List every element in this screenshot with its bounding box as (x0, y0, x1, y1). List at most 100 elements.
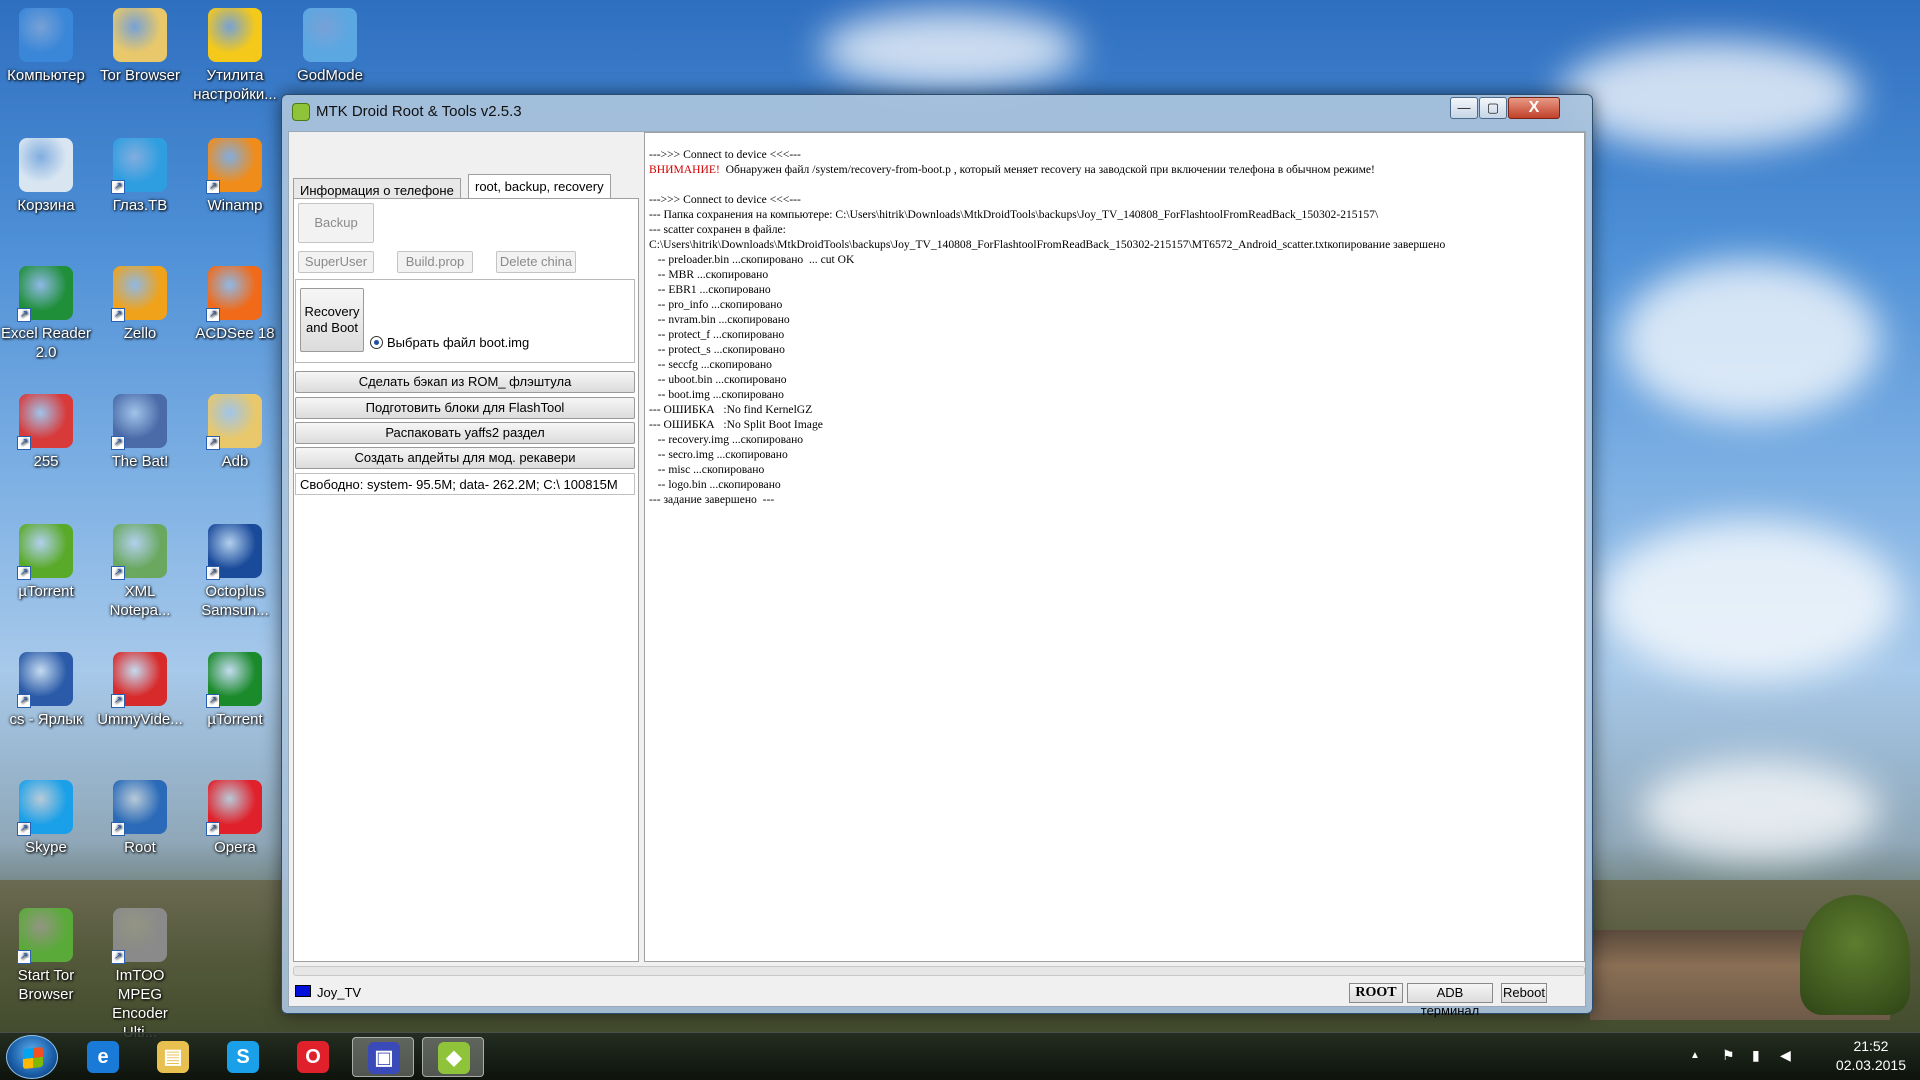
desktop-icon[interactable]: ↗ µTorrent (189, 644, 281, 729)
desktop-icon-label: µTorrent (18, 583, 74, 600)
desktop-icon-label: Tor Browser (99, 67, 181, 84)
desktop-icon[interactable]: ↗ cs - Ярлык (0, 644, 92, 729)
clock[interactable]: 21:52 02.03.2015 (1836, 1037, 1906, 1075)
desktop-icon[interactable]: ↗ Zello (94, 258, 186, 343)
taskbar: e ▤ S O ▣ ◆ ▲ ⚑ ▮ ◀ 21:52 02.03.2015 (0, 1032, 1920, 1080)
desktop-app-icon: ↗ (206, 652, 262, 708)
log-output[interactable]: --->>> Connect to device <<<--- ВНИМАНИЕ!… (644, 132, 1585, 962)
recovery-and-boot-button[interactable]: Recovery and Boot (300, 288, 364, 352)
opera-icon: O (297, 1041, 329, 1073)
desktop-icon[interactable]: ↗ Octoplus Samsun... (189, 516, 281, 620)
desktop-app-icon: ↗ (17, 652, 73, 708)
android-app-icon (292, 103, 310, 121)
shortcut-arrow-icon: ↗ (111, 180, 125, 194)
shortcut-arrow-icon: ↗ (206, 694, 220, 708)
desktop-icon[interactable]: ↗ Opera (189, 772, 281, 857)
desktop-icon[interactable]: ↗ Start Tor Browser (0, 900, 92, 1004)
desktop-app-icon (208, 8, 262, 62)
desktop-icon[interactable]: Утилита настройки... (189, 0, 281, 104)
desktop-icon[interactable]: ↗ Root (94, 772, 186, 857)
desktop-icon[interactable]: Компьютер (0, 0, 92, 85)
desktop-icon[interactable]: ↗ Глаз.ТВ (94, 130, 186, 215)
shortcut-arrow-icon: ↗ (206, 566, 220, 580)
desktop-app-icon: ↗ (111, 524, 167, 580)
taskbar-file-explorer-button[interactable]: ▤ (142, 1037, 204, 1077)
desktop-icon[interactable]: ↗ Winamp (189, 130, 281, 215)
desktop-icon-label: Корзина (17, 197, 75, 214)
desktop-app-icon: ↗ (17, 908, 73, 964)
delete-china-button[interactable]: Delete china (496, 251, 576, 273)
desktop-icon-label: ImTOO MPEG Encoder Ulti... (112, 967, 168, 1041)
log-warning-label: ВНИМАНИЕ! (649, 163, 720, 176)
tray-overflow-icon[interactable]: ▲ (1690, 1050, 1700, 1061)
close-button[interactable]: X (1508, 97, 1560, 119)
network-signal-icon[interactable]: ▮ (1752, 1047, 1760, 1064)
tab-phone-info[interactable]: Информация о телефоне (293, 178, 461, 200)
taskbar-internet-explorer-button[interactable]: e (72, 1037, 134, 1077)
taskbar-floppy-app-button[interactable]: ▣ (352, 1037, 414, 1077)
desktop-app-icon: ↗ (111, 138, 167, 194)
desktop-icon[interactable]: ↗ UmmyVide... (94, 644, 186, 729)
root-button[interactable]: ROOT (1349, 983, 1403, 1003)
reboot-button[interactable]: Reboot (1501, 983, 1547, 1003)
desktop-app-icon: ↗ (111, 780, 167, 836)
boot-img-radio[interactable] (370, 336, 383, 349)
device-name: Joy_TV (317, 985, 362, 1000)
horizontal-scrollbar[interactable] (293, 966, 1585, 976)
desktop-icon[interactable]: Tor Browser (94, 0, 186, 85)
desktop-icon-label: Утилита настройки... (193, 67, 277, 103)
mtk-droid-tools-window: MTK Droid Root & Tools v2.5.3 — ▢ X Инфо… (281, 94, 1593, 1018)
superuser-button[interactable]: SuperUser (298, 251, 374, 273)
cloud (1620, 260, 1880, 420)
desktop-icon[interactable]: GodMode (284, 0, 376, 85)
adb-terminal-button[interactable]: ADB терминал (1407, 983, 1493, 1018)
desktop-icon[interactable]: ↗ 255 (0, 386, 92, 471)
action-center-flag-icon[interactable]: ⚑ (1722, 1047, 1735, 1064)
unpack-yaffs2-button[interactable]: Распаковать yaffs2 раздел (295, 422, 635, 444)
desktop-app-icon: ↗ (206, 524, 262, 580)
rom-backup-button[interactable]: Сделать бэкап из ROM_ флэштула (295, 371, 635, 393)
shortcut-arrow-icon: ↗ (17, 694, 31, 708)
desktop-icon[interactable]: ↗ ACDSee 18 (189, 258, 281, 343)
desktop-icon[interactable]: ↗ Adb (189, 386, 281, 471)
boot-img-radio-label[interactable]: Выбрать файл boot.img (387, 335, 529, 350)
floppy-app-icon: ▣ (368, 1042, 400, 1074)
desktop-icon[interactable]: ↗ Excel Reader 2.0 (0, 258, 92, 362)
tab-root-backup-recovery[interactable]: root, backup, recovery (468, 174, 611, 200)
window-client: Информация о телефоне root, backup, reco… (288, 131, 1586, 1018)
desktop-icon[interactable]: ↗ XML Notepa... (94, 516, 186, 620)
start-button[interactable] (6, 1035, 58, 1079)
taskbar-opera-button[interactable]: O (282, 1037, 344, 1077)
backup-button[interactable]: Backup (298, 203, 374, 243)
buildprop-button[interactable]: Build.prop (397, 251, 473, 273)
shortcut-arrow-icon: ↗ (111, 436, 125, 450)
create-updates-button[interactable]: Создать апдейты для мод. рекавери (295, 447, 635, 469)
cloud (820, 10, 1080, 90)
mtk-droid-tools-icon: ◆ (438, 1042, 470, 1074)
desktop-icon-label: Глаз.ТВ (112, 197, 168, 214)
desktop-icon[interactable]: ↗ Skype (0, 772, 92, 857)
title-bar[interactable]: MTK Droid Root & Tools v2.5.3 — ▢ X (282, 95, 1592, 129)
clock-date: 02.03.2015 (1835, 1057, 1906, 1073)
taskbar-mtk-droid-tools-button[interactable]: ◆ (422, 1037, 484, 1077)
volume-icon[interactable]: ◀ (1780, 1047, 1791, 1064)
desktop-app-icon: ↗ (17, 394, 73, 450)
desktop-app-icon: ↗ (206, 780, 262, 836)
minimize-button[interactable]: — (1450, 97, 1478, 119)
desktop-icon-label: XML Notepa... (109, 583, 171, 619)
taskbar-skype-button[interactable]: S (212, 1037, 274, 1077)
status-bar: Joy_TV ROOT ADB терминал Reboot (289, 980, 1585, 1018)
clock-time: 21:52 (1853, 1038, 1889, 1054)
shortcut-arrow-icon: ↗ (17, 822, 31, 836)
desktop-icon[interactable]: ↗ The Bat! (94, 386, 186, 471)
desktop-icon[interactable]: ↗ µTorrent (0, 516, 92, 601)
prepare-flashtool-blocks-button[interactable]: Подготовить блоки для FlashTool (295, 397, 635, 419)
desktop-icon[interactable]: ↗ ImTOO MPEG Encoder Ulti... (94, 900, 186, 1042)
maximize-button[interactable]: ▢ (1479, 97, 1507, 119)
desktop-icon[interactable]: Корзина (0, 130, 92, 215)
desktop-icon-label: Root (124, 839, 156, 856)
cloud (1600, 520, 1900, 680)
desktop-icon-label: Winamp (207, 197, 263, 214)
desktop-icon-label: 255 (33, 453, 59, 470)
desktop-app-icon (113, 8, 167, 62)
